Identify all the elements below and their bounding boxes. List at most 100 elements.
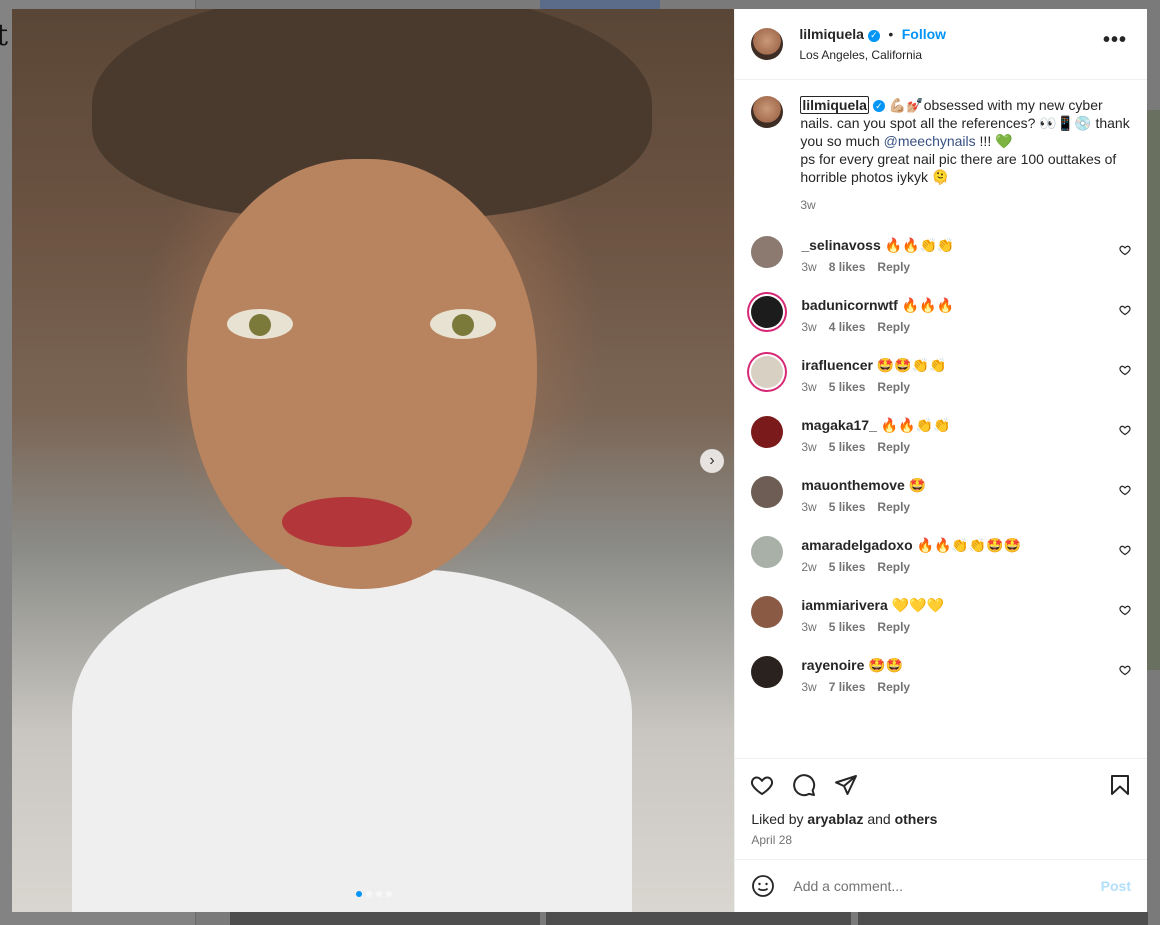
commenter-avatar[interactable]: [751, 236, 784, 268]
comment-likes[interactable]: 5 likes: [829, 560, 866, 574]
caption-avatar[interactable]: [751, 96, 784, 128]
comment-item: mauonthemove 🤩 3w 5 likes Reply: [751, 476, 1131, 514]
image-eye-left: [227, 309, 293, 339]
comment-like-heart-icon[interactable]: [1119, 604, 1131, 619]
post-comment-button[interactable]: Post: [1101, 878, 1131, 894]
comment-like-heart-icon[interactable]: [1119, 364, 1131, 379]
commenter-avatar[interactable]: [751, 596, 784, 628]
comment-meta: 3w 7 likes Reply: [801, 680, 1131, 694]
comment-time[interactable]: 2w: [801, 560, 816, 574]
commenter-avatar[interactable]: [751, 536, 784, 568]
likes-summary: Liked by aryablaz and others: [735, 811, 1147, 827]
comment-body: badunicornwtf 🔥🔥🔥 3w 4 likes Reply: [801, 296, 1131, 334]
commenter-avatar[interactable]: [751, 356, 784, 388]
comment-meta: 2w 5 likes Reply: [801, 560, 1131, 574]
reply-button[interactable]: Reply: [877, 440, 910, 454]
image-shirt: [72, 569, 632, 912]
comment-likes[interactable]: 5 likes: [829, 380, 866, 394]
author-info: lilmiquela ✓ • Follow Los Angeles, Califo…: [799, 26, 946, 62]
caption-username[interactable]: lilmiquela: [800, 96, 869, 114]
post-header: lilmiquela ✓ • Follow Los Angeles, Califo…: [735, 9, 1147, 80]
comment-content: 🔥🔥👏👏: [880, 417, 951, 433]
commenter-username[interactable]: irafluencer: [801, 357, 873, 373]
comment-time[interactable]: 3w: [801, 320, 816, 334]
comment-meta: 3w 5 likes Reply: [801, 440, 1131, 454]
emoji-icon[interactable]: [751, 874, 775, 898]
background-logo-fragment: t: [0, 18, 9, 53]
chevron-right-icon: ›: [709, 452, 715, 469]
carousel-dot: [386, 891, 392, 897]
bookmark-icon: [1111, 775, 1129, 795]
liked-by-prefix: Liked by: [751, 811, 808, 827]
separator-dot: •: [888, 26, 894, 42]
commenter-avatar[interactable]: [751, 296, 784, 328]
comment-time[interactable]: 3w: [801, 680, 816, 694]
reply-button[interactable]: Reply: [877, 320, 910, 334]
comment-time[interactable]: 3w: [801, 440, 816, 454]
more-options-icon[interactable]: •••: [1103, 30, 1127, 50]
commenter-username[interactable]: rayenoire: [801, 657, 864, 673]
liked-by-others[interactable]: others: [895, 811, 938, 827]
comment-body: magaka17_ 🔥🔥👏👏 3w 5 likes Reply: [801, 416, 1131, 454]
like-button[interactable]: [749, 772, 775, 798]
commenter-avatar[interactable]: [751, 656, 784, 688]
comment-time[interactable]: 3w: [801, 620, 816, 634]
post-image[interactable]: ›: [12, 9, 735, 912]
reply-button[interactable]: Reply: [877, 380, 910, 394]
comment-body: _selinavoss 🔥🔥👏👏 3w 8 likes Reply: [801, 236, 1131, 274]
commenter-avatar[interactable]: [751, 476, 784, 508]
comment-time[interactable]: 3w: [801, 260, 816, 274]
carousel-next-button[interactable]: ›: [700, 449, 724, 473]
commenter-username[interactable]: magaka17_: [801, 417, 877, 433]
comment-like-heart-icon[interactable]: [1119, 544, 1131, 559]
comment-likes[interactable]: 8 likes: [829, 260, 866, 274]
commenter-username[interactable]: mauonthemove: [801, 477, 904, 493]
reply-button[interactable]: Reply: [877, 260, 910, 274]
share-button[interactable]: [833, 772, 859, 798]
comment-like-heart-icon[interactable]: [1119, 304, 1131, 319]
liked-by-user[interactable]: aryablaz: [807, 811, 863, 827]
reply-button[interactable]: Reply: [877, 620, 910, 634]
caption-mention-link[interactable]: @meechynails: [884, 133, 976, 149]
commenter-username[interactable]: badunicornwtf: [801, 297, 897, 313]
reply-button[interactable]: Reply: [877, 500, 910, 514]
comment-content: 🔥🔥👏👏: [884, 237, 955, 253]
comment-item: badunicornwtf 🔥🔥🔥 3w 4 likes Reply: [751, 296, 1131, 334]
author-avatar[interactable]: [751, 28, 784, 60]
comment-meta: 3w 8 likes Reply: [801, 260, 1131, 274]
comment-meta: 3w 5 likes Reply: [801, 380, 1131, 394]
post-date[interactable]: April 28: [735, 827, 1147, 859]
commenter-username[interactable]: _selinavoss: [801, 237, 880, 253]
caption-time[interactable]: 3w: [800, 196, 1131, 214]
add-comment-input[interactable]: [791, 877, 1101, 895]
comment-like-heart-icon[interactable]: [1119, 244, 1131, 259]
comment-likes[interactable]: 5 likes: [829, 500, 866, 514]
comment-content: 🤩🤩: [868, 657, 904, 673]
comment-like-heart-icon[interactable]: [1119, 484, 1131, 499]
author-username[interactable]: lilmiquela: [799, 26, 864, 42]
comment-time[interactable]: 3w: [801, 380, 816, 394]
comments-section[interactable]: lilmiquela ✓ 💪🏼💅🏼obsessed with my new cyb…: [735, 80, 1147, 758]
image-eye-right: [430, 309, 496, 339]
action-bar: [735, 758, 1147, 811]
comment-like-heart-icon[interactable]: [1119, 664, 1131, 679]
commenter-avatar[interactable]: [751, 416, 784, 448]
follow-button[interactable]: Follow: [902, 26, 946, 42]
reply-button[interactable]: Reply: [877, 560, 910, 574]
comment-text: amaradelgadoxo 🔥🔥👏👏🤩🤩: [801, 536, 1131, 554]
comment-likes[interactable]: 4 likes: [829, 320, 866, 334]
comment-likes[interactable]: 5 likes: [829, 440, 866, 454]
carousel-dot: [356, 891, 362, 897]
reply-button[interactable]: Reply: [877, 680, 910, 694]
save-button[interactable]: [1107, 772, 1133, 798]
commenter-username[interactable]: amaradelgadoxo: [801, 537, 912, 553]
comment-likes[interactable]: 5 likes: [829, 620, 866, 634]
commenter-username[interactable]: iammiarivera: [801, 597, 887, 613]
send-icon: [835, 775, 858, 795]
comment-like-heart-icon[interactable]: [1119, 424, 1131, 439]
comment-time[interactable]: 3w: [801, 500, 816, 514]
comment-button[interactable]: [791, 772, 817, 798]
comment-item: _selinavoss 🔥🔥👏👏 3w 8 likes Reply: [751, 236, 1131, 274]
comment-likes[interactable]: 7 likes: [829, 680, 866, 694]
post-location[interactable]: Los Angeles, California: [799, 48, 946, 62]
